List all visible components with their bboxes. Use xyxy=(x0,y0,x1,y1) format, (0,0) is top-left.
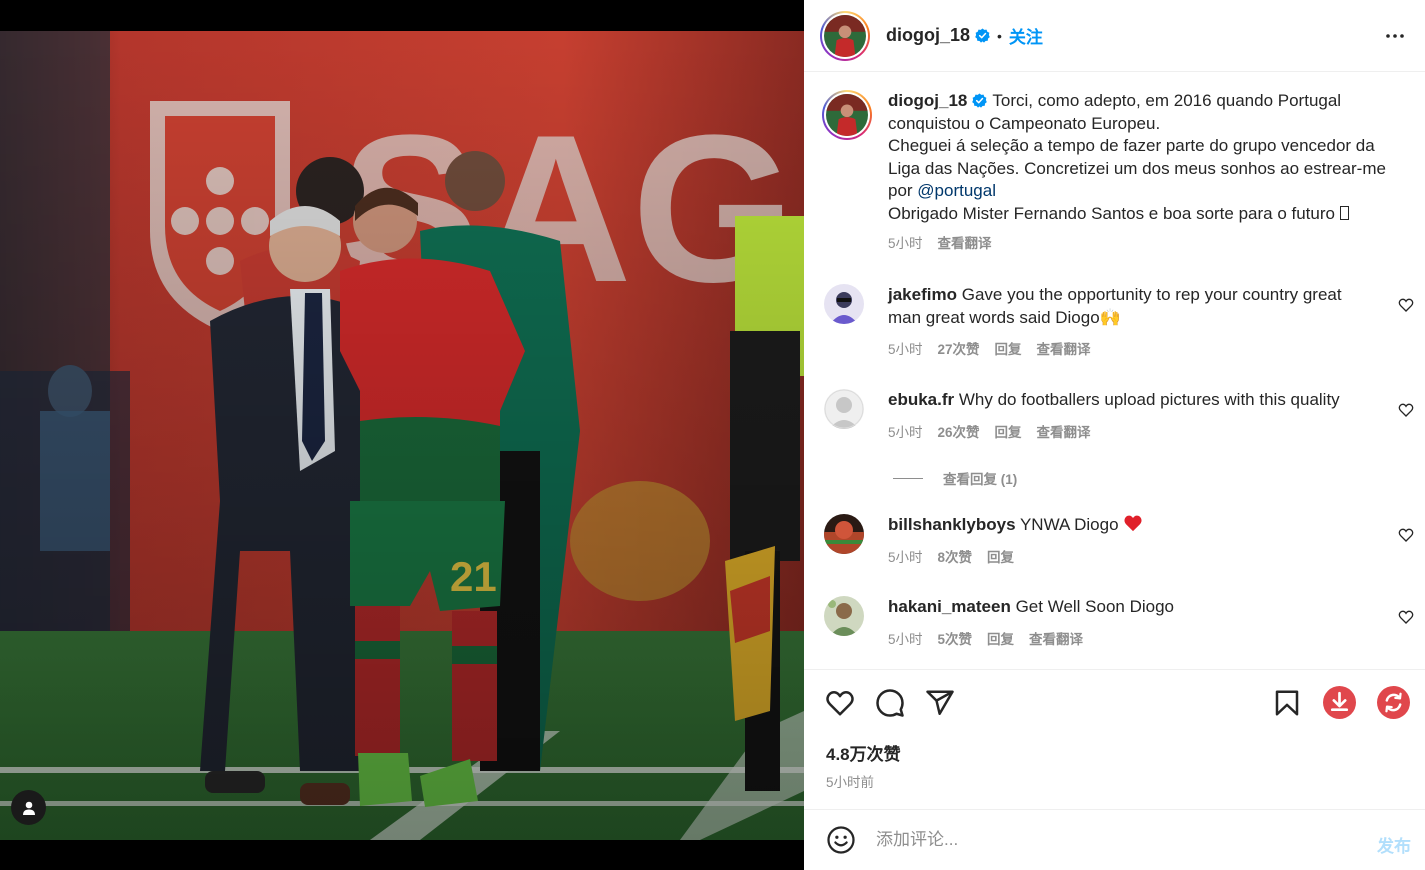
share-icon[interactable] xyxy=(925,688,955,718)
comment-likes-count[interactable]: 5次赞 xyxy=(938,629,973,652)
likes-count[interactable]: 4.8万次赞 xyxy=(826,740,901,765)
caption-line: Obrigado Mister Fernando Santos e boa so… xyxy=(888,203,1340,223)
bookmark-icon[interactable] xyxy=(1272,688,1302,718)
comment-username[interactable]: jakefimo xyxy=(888,285,957,304)
comment-timestamp: 5小时 xyxy=(888,631,923,647)
comment-likes-count[interactable]: 8次赞 xyxy=(938,547,973,570)
refresh-icon[interactable] xyxy=(1377,686,1410,719)
comment-icon[interactable] xyxy=(875,688,905,718)
comment-username[interactable]: billshanklyboys xyxy=(888,515,1016,534)
see-translation-button[interactable]: 查看翻译 xyxy=(1037,422,1091,445)
caption-timestamp: 5小时 xyxy=(888,236,923,251)
commenter-avatar[interactable] xyxy=(824,514,864,554)
post-comment-button[interactable]: 发布 xyxy=(1377,832,1411,857)
comment-like-icon[interactable] xyxy=(1398,527,1414,543)
comment-item: jakefimo Gave you the opportunity to rep… xyxy=(824,284,1414,362)
mention-link[interactable]: @portugal xyxy=(917,181,996,200)
comment-input[interactable] xyxy=(876,830,1356,850)
replies-divider xyxy=(893,477,923,479)
praying-hands-emoji: 🙌 xyxy=(1099,307,1121,327)
emoji-icon[interactable] xyxy=(826,825,856,855)
post-side-panel: diogoj_18 • 关注 diogoj_18 Torci, como ade… xyxy=(804,0,1425,870)
comment-item: billshanklyboys YNWA Diogo 5小时 8次赞 回复 xyxy=(824,514,1414,569)
caption-line: Cheguei á seleção a tempo de fazer parte… xyxy=(888,136,1375,155)
see-translation-button[interactable]: 查看翻译 xyxy=(938,233,992,256)
comment-like-icon[interactable] xyxy=(1398,609,1414,625)
comment-text: Get Well Soon Diogo xyxy=(1015,597,1175,616)
post-caption: diogoj_18 Torci, como adepto, em 2016 qu… xyxy=(822,90,1414,256)
caption-line: Liga das Nações. Concretizei um dos meus… xyxy=(888,158,1386,178)
caption-body: diogoj_18 Torci, como adepto, em 2016 qu… xyxy=(888,90,1398,256)
heart-icon[interactable] xyxy=(825,688,855,718)
red-heart-emoji-icon xyxy=(1124,515,1142,532)
caption-author-avatar[interactable] xyxy=(822,90,872,140)
more-options-icon[interactable] xyxy=(1383,24,1407,48)
view-replies-label: 查看回复 (1) xyxy=(943,472,1018,487)
comment-text: Why do footballers upload pictures with … xyxy=(958,390,1340,409)
unknown-glyph-icon xyxy=(1339,205,1349,220)
comment-timestamp: 5小时 xyxy=(888,342,923,357)
caption-line: Torci, como adepto, em 2016 quando Portu… xyxy=(992,91,1342,110)
comment-username[interactable]: hakani_mateen xyxy=(888,597,1011,616)
reply-button[interactable]: 回复 xyxy=(987,547,1014,570)
comment-like-icon[interactable] xyxy=(1398,297,1414,313)
view-replies-button[interactable]: 查看回复 (1) xyxy=(893,468,1017,488)
follow-button[interactable]: 关注 xyxy=(1009,23,1043,48)
header-separator: • xyxy=(997,27,1002,44)
caption-username[interactable]: diogoj_18 xyxy=(888,91,967,110)
comment-like-icon[interactable] xyxy=(1398,402,1414,418)
commenter-avatar[interactable] xyxy=(824,596,864,636)
comment-timestamp: 5小时 xyxy=(888,424,923,440)
comments-section: diogoj_18 Torci, como adepto, em 2016 qu… xyxy=(804,73,1425,669)
post-actions: 4.8万次赞 5小时前 xyxy=(804,669,1425,809)
download-icon[interactable] xyxy=(1323,686,1356,719)
commenter-avatar[interactable] xyxy=(824,389,864,429)
tag-user-button[interactable] xyxy=(11,790,46,825)
verified-badge-icon xyxy=(975,28,990,43)
see-translation-button[interactable]: 查看翻译 xyxy=(1029,629,1083,652)
verified-badge-icon xyxy=(972,93,988,108)
comment-likes-count[interactable]: 26次赞 xyxy=(938,422,980,445)
caption-line: conquistou o Campeonato Europeu. xyxy=(888,113,1161,133)
commenter-avatar[interactable] xyxy=(824,284,864,324)
caption-line: por xyxy=(888,181,918,200)
see-translation-button[interactable]: 查看翻译 xyxy=(1037,339,1091,362)
reply-button[interactable]: 回复 xyxy=(995,422,1022,445)
post-photo[interactable]: SAGR xyxy=(0,31,804,840)
tag-user-icon xyxy=(22,801,35,815)
post-timestamp: 5小时前 xyxy=(826,775,875,790)
comment-item: hakani_mateen Get Well Soon Diogo 5小时 5次… xyxy=(824,596,1414,651)
reply-button[interactable]: 回复 xyxy=(987,629,1014,652)
post-media: SAGR xyxy=(0,0,804,870)
comment-username[interactable]: ebuka.fr xyxy=(888,390,954,409)
comment-likes-count[interactable]: 27次赞 xyxy=(938,339,980,362)
comment-text: YNWA Diogo xyxy=(1019,515,1124,534)
post-header: diogoj_18 • 关注 xyxy=(804,0,1425,72)
author-avatar[interactable] xyxy=(820,10,870,61)
comment-timestamp: 5小时 xyxy=(888,549,923,565)
header-username[interactable]: diogoj_18 xyxy=(886,25,970,46)
comment-item: ebuka.fr Why do footballers upload pictu… xyxy=(824,389,1414,444)
reply-button[interactable]: 回复 xyxy=(995,339,1022,362)
comment-composer: 发布 xyxy=(804,809,1425,870)
